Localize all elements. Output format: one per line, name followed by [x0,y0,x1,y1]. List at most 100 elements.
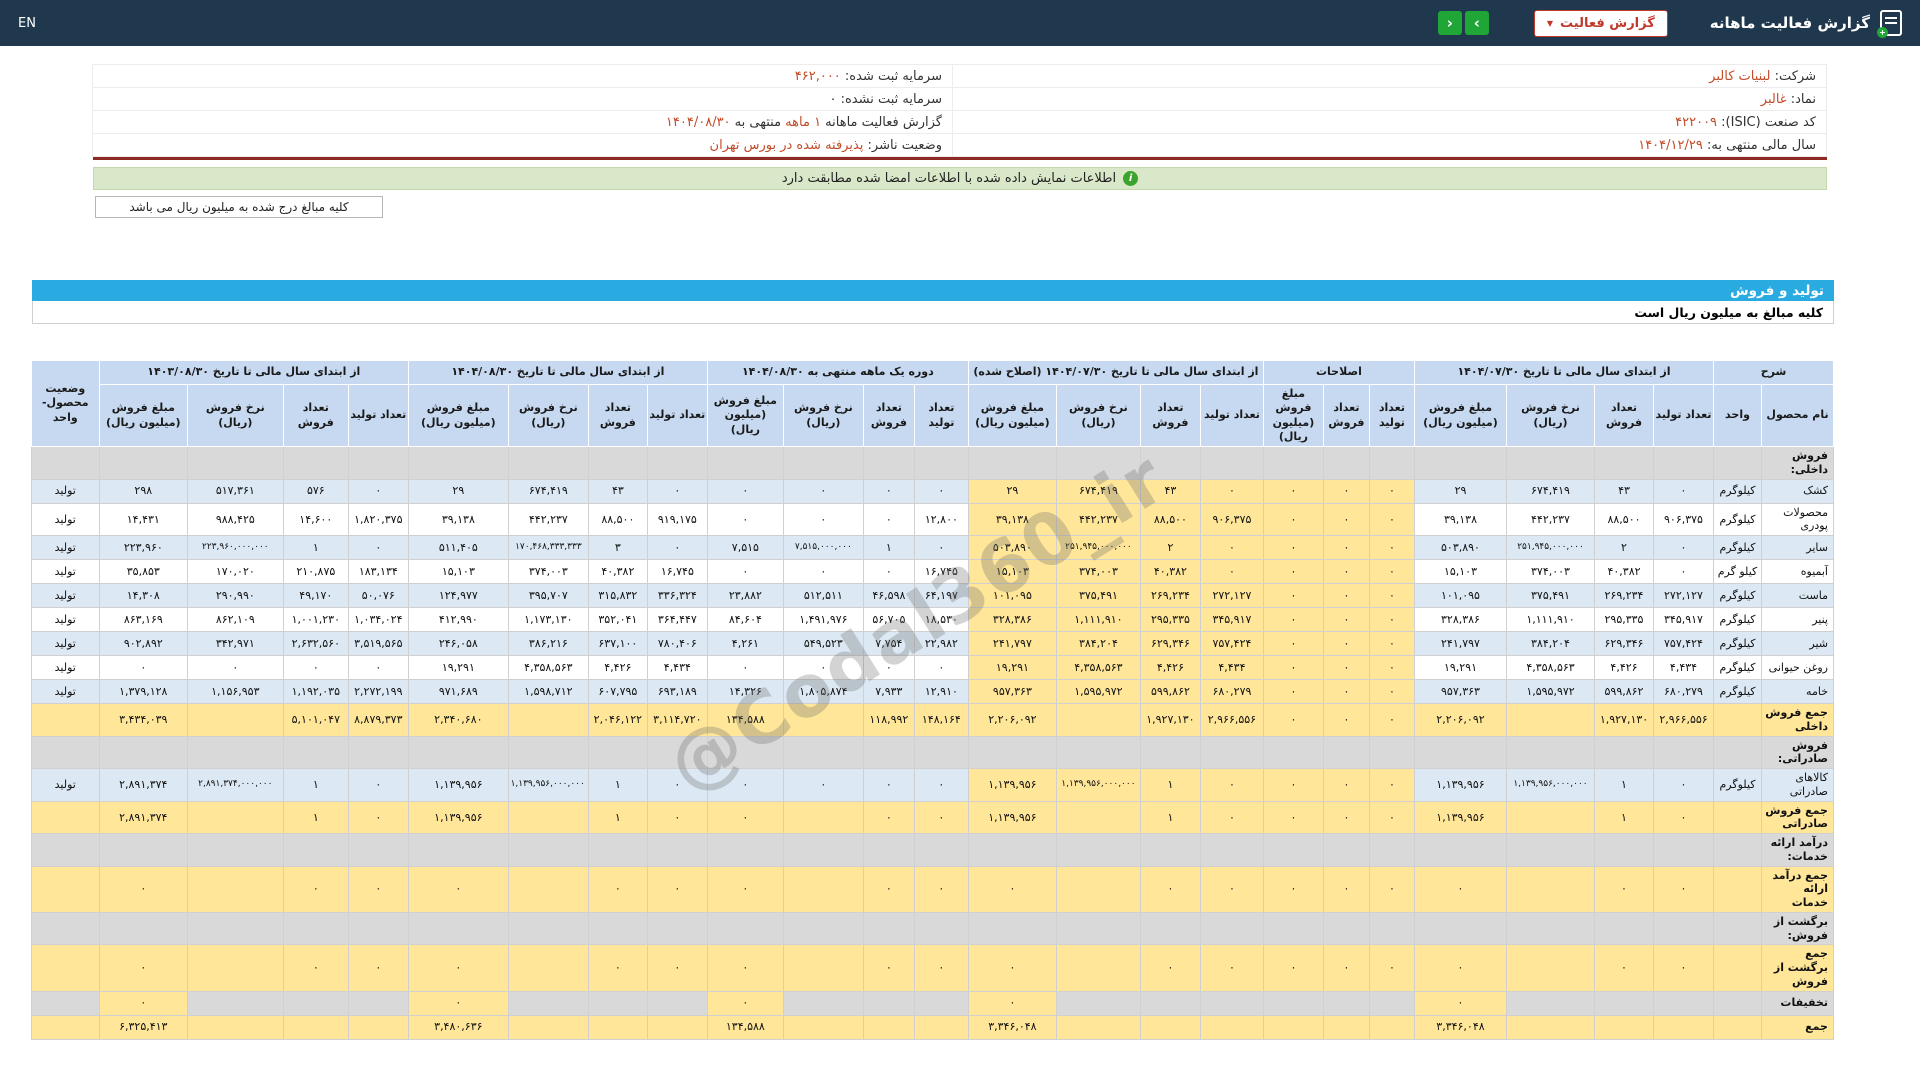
value-cell: ۴۳ [587,478,648,504]
info-label: نماد: [1786,91,1816,107]
value-cell [967,911,1057,946]
value-cell: ۹۰۶,۳۷۵ [1199,502,1264,537]
info-label: وضعیت ناشر: [863,137,942,153]
value-cell [587,990,648,1016]
value-cell: ۳,۱۱۴,۷۲۰ [646,703,708,737]
value-cell: ۰ [967,865,1057,913]
value-cell [186,865,284,913]
amounts-unit-note: کلیه مبالغ درج شده به میلیون ریال می باش… [95,196,383,218]
value-cell: ۴۴۲,۲۳۷ [1506,502,1595,537]
value-cell [1322,990,1370,1016]
product-status-cell [30,833,100,867]
value-cell: ۱ [862,535,915,561]
value-cell [967,735,1057,770]
value-cell: ۲۲,۹۸۲ [913,631,969,657]
value-cell [347,1014,409,1040]
value-cell: ۳۴۲,۹۷۱ [186,631,284,657]
value-cell: ۲ [1594,535,1654,561]
value-cell: ۶۷۴,۴۱۹ [1055,478,1141,504]
value-cell: ۵۹۹,۸۶۲ [1594,679,1654,705]
product-name-cell: کشک [1761,478,1834,504]
language-toggle[interactable]: EN [18,16,36,31]
value-cell: ۱۰۱,۰۹۵ [1413,583,1508,609]
value-cell: ۱,۱۱۱,۹۱۰ [1055,607,1141,633]
value-cell [1322,446,1370,480]
value-cell: ۰ [1262,679,1324,705]
header-sale-rate: نرخ فروش (ریال) [1055,383,1141,448]
value-cell: ۱۸,۵۳۰ [913,607,969,633]
value-cell [282,446,349,480]
table-row: خامه کیلوگرم ۶۸۰,۲۷۹ ۵۹۹,۸۶۲ ۱,۵۹۵,۹۷۲ ۹۵۷,۳۶… [30,679,1834,705]
value-cell: ۱۴,۳۰۸ [98,583,188,609]
value-cell [1055,800,1141,835]
value-cell: ۱,۱۹۲,۰۳۵ [282,679,349,705]
value-cell: ۵۰۳,۸۹۰ [1413,535,1508,561]
product-status-cell: تولید [30,478,100,504]
value-cell: ۷,۵۱۵,۰۰۰,۰۰۰ [782,535,864,561]
value-cell: ۷,۵۱۵ [706,535,784,561]
value-cell: ۳۹,۱۳۸ [967,502,1057,537]
value-cell: ۴,۴۲۶ [1594,655,1654,681]
value-cell: ۱,۱۵۶,۹۵۳ [186,679,284,705]
prev-report-button[interactable]: ‹ [1437,11,1462,35]
value-cell: ۱,۹۲۷,۱۳۰ [1594,703,1654,737]
notice-text: اطلاعات نمایش داده شده با اطلاعات امضا ش… [781,171,1117,186]
next-report-button[interactable]: › [1464,11,1489,35]
value-cell: ۰ [646,865,708,913]
value-cell [1506,735,1595,770]
product-status-cell [30,990,100,1016]
value-cell: ۰ [1199,535,1264,561]
value-cell [1139,990,1201,1016]
table-row: درآمد ارائه خدمات: [30,833,1834,867]
value-cell: ۱,۱۳۹,۹۵۶,۰۰۰,۰۰۰ [1506,768,1595,802]
value-cell [1368,833,1415,867]
value-cell: ۱,۱۳۹,۹۵۶,۰۰۰,۰۰۰ [507,768,589,802]
value-cell [862,911,915,946]
value-cell: ۰ [1594,865,1654,913]
value-cell [1368,446,1415,480]
value-cell [282,990,349,1016]
info-label: شرکت: [1770,68,1816,84]
value-cell: ۳,۳۴۶,۰۴۸ [1413,1014,1508,1040]
value-cell: ۰ [913,768,969,802]
red-divider [93,157,1827,160]
value-cell: ۹۱۹,۱۷۵ [646,502,708,537]
unit-cell: کیلوگرم [1713,655,1762,681]
value-cell: ۰ [1262,559,1324,585]
value-cell: ۰ [347,944,409,992]
product-status-cell [30,865,100,913]
value-cell: ۰ [913,478,969,504]
value-cell [98,446,188,480]
product-status-cell [30,911,100,946]
table-row: تخفیفات ۰ ۰ ۰ ۰ ۰ [30,990,1834,1016]
plus-badge-icon: + [1877,27,1888,38]
header-group-ytd-0730-adjusted: از ابتدای سال مالی تا تاریخ ۱۴۰۴/۰۷/۳۰ (… [967,360,1264,385]
value-cell [1506,800,1595,835]
value-cell: ۲,۰۴۶,۱۲۲ [587,703,648,737]
value-cell: ۲,۳۴۰,۶۸۰ [407,703,509,737]
value-cell [1055,911,1141,946]
value-cell: ۰ [1199,478,1264,504]
value-cell: ۲۹ [407,478,509,504]
value-cell [186,703,284,737]
table-row: آبمیوه کیلو گرم ۰ ۴۰,۳۸۲ ۳۷۴,۰۰۳ ۱۵,۱۰۳ ۰ ۰ ۰ ۰ ۴۰… [30,559,1834,585]
value-cell [1506,1014,1595,1040]
value-cell: ۶۲۹,۳۴۶ [1139,631,1201,657]
value-cell: ۲,۲۰۶,۰۹۲ [967,703,1057,737]
value-cell: ۱,۱۳۹,۹۵۶ [407,800,509,835]
report-type-dropdown[interactable]: گزارش فعالیت ▼ [1533,9,1668,37]
value-cell: ۸۴,۶۰۴ [706,607,784,633]
value-cell: ۰ [1139,944,1201,992]
value-cell: ۲,۸۹۱,۳۷۴ [98,800,188,835]
value-cell: ۳۹,۱۳۸ [407,502,509,537]
value-cell: ۱۳۴,۵۸۸ [706,1014,784,1040]
value-cell: ۳۶۴,۴۴۷ [646,607,708,633]
value-cell: ۰ [1653,800,1714,835]
value-cell: ۰ [1413,944,1508,992]
value-cell [1506,703,1595,737]
value-cell: ۴۳ [1139,478,1201,504]
value-cell [1139,735,1201,770]
info-label: سال مالی منتهی به: [1702,137,1816,153]
value-cell: ۴,۳۵۸,۵۶۳ [507,655,589,681]
product-name-cell: جمع فروش صادراتی [1761,800,1834,835]
